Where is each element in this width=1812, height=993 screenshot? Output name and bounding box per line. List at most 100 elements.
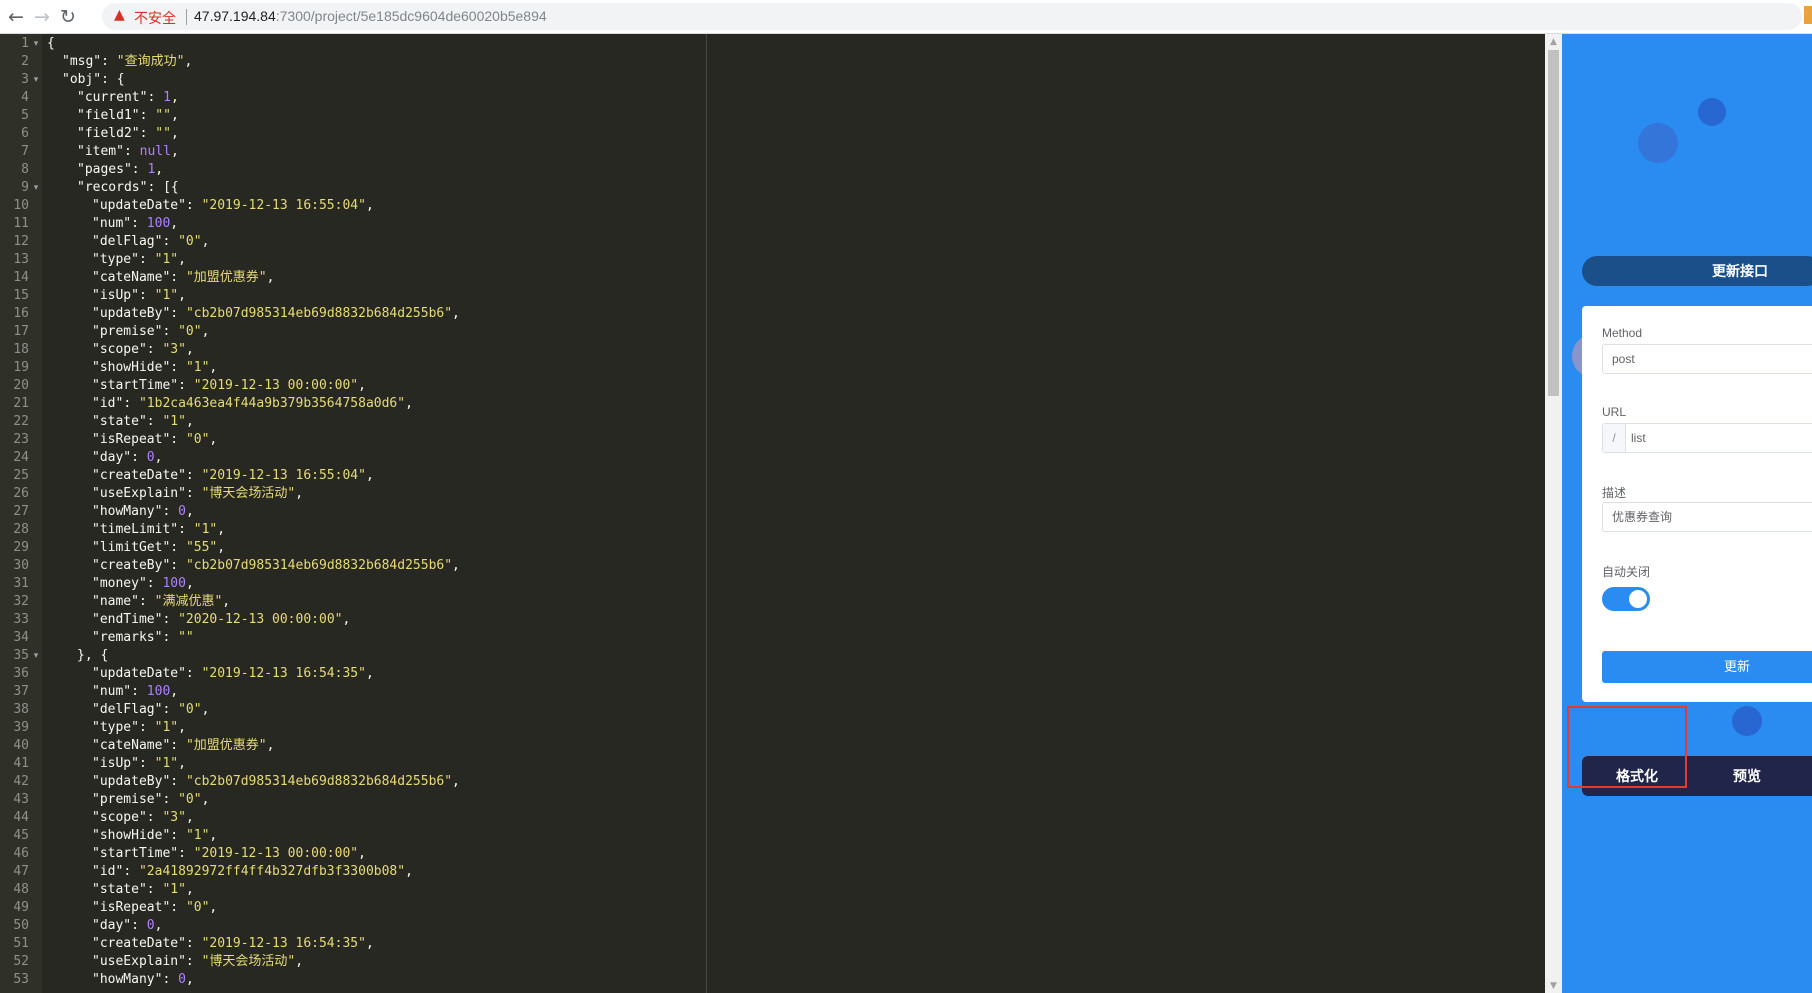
- scroll-up-arrow-icon[interactable]: ▲: [1545, 36, 1562, 48]
- code-line[interactable]: 43 "premise": "0",: [0, 791, 1545, 809]
- code-line[interactable]: 6 "field2": "",: [0, 125, 1545, 143]
- code-line[interactable]: 53 "howMany": 0,: [0, 971, 1545, 989]
- code-line[interactable]: 11 "num": 100,: [0, 215, 1545, 233]
- code-line[interactable]: 42 "updateBy": "cb2b07d985314eb69d8832b68…: [0, 773, 1545, 791]
- code-line[interactable]: 38 "delFlag": "0",: [0, 701, 1545, 719]
- code-line[interactable]: 2 "msg": "查询成功",: [0, 53, 1545, 71]
- editor-scrollbar[interactable]: ▲ ▼: [1545, 34, 1562, 993]
- reload-icon[interactable]: ↻: [56, 5, 80, 29]
- fold-arrow-icon[interactable]: ▾: [31, 71, 41, 89]
- forward-arrow-icon[interactable]: →: [30, 5, 54, 29]
- scroll-down-arrow-icon[interactable]: ▼: [1545, 980, 1562, 992]
- json-key: "cateName": [92, 270, 171, 285]
- code-line[interactable]: 52 "useExplain": "博天会场活动",: [0, 953, 1545, 971]
- line-number: 18: [13, 342, 29, 357]
- code-line[interactable]: 40 "cateName": "加盟优惠券",: [0, 737, 1545, 755]
- code-text: "cateName": "加盟优惠券",: [92, 269, 274, 287]
- json-string: "查询成功": [116, 54, 185, 69]
- insecure-label[interactable]: 不安全: [134, 8, 176, 28]
- code-line[interactable]: 41 "isUp": "1",: [0, 755, 1545, 773]
- json-punctuation: :: [101, 54, 117, 69]
- decorative-bubble: [1698, 98, 1726, 126]
- json-punctuation: ,: [185, 972, 194, 987]
- back-arrow-icon[interactable]: ←: [4, 5, 28, 29]
- code-line[interactable]: 49 "isRepeat": "0",: [0, 899, 1545, 917]
- code-line[interactable]: 36 "updateDate": "2019-12-13 16:54:35",: [0, 665, 1545, 683]
- line-number: 45: [13, 828, 29, 843]
- code-line[interactable]: 5 "field1": "",: [0, 107, 1545, 125]
- code-line[interactable]: 22 "state": "1",: [0, 413, 1545, 431]
- code-line[interactable]: 15 "isUp": "1",: [0, 287, 1545, 305]
- code-line[interactable]: 33 "endTime": "2020-12-13 00:00:00",: [0, 611, 1545, 629]
- code-line[interactable]: 7 "item": null,: [0, 143, 1545, 161]
- code-text: "endTime": "2020-12-13 00:00:00",: [92, 611, 350, 629]
- code-line[interactable]: 17 "premise": "0",: [0, 323, 1545, 341]
- code-lines[interactable]: 1 ▾{2 "msg": "查询成功", 3 ▾ "obj": {4 "current": …: [0, 35, 1545, 989]
- code-line[interactable]: 24 "day": 0,: [0, 449, 1545, 467]
- json-punctuation: ,: [201, 792, 210, 807]
- code-line[interactable]: 16 "updateBy": "cb2b07d985314eb69d8832b68…: [0, 305, 1545, 323]
- method-value: post: [1612, 352, 1635, 366]
- code-line[interactable]: 28 "timeLimit": "1",: [0, 521, 1545, 539]
- code-line[interactable]: 50 "day": 0,: [0, 917, 1545, 935]
- line-number: 32: [13, 594, 29, 609]
- fold-arrow-icon[interactable]: ▾: [31, 647, 41, 665]
- code-line[interactable]: 4 "current": 1,: [0, 89, 1545, 107]
- extension-icon[interactable]: [1804, 6, 1812, 24]
- code-line[interactable]: 35 ▾}, {: [0, 647, 1545, 665]
- code-line[interactable]: 51 "createDate": "2019-12-13 16:54:35",: [0, 935, 1545, 953]
- code-line[interactable]: 39 "type": "1",: [0, 719, 1545, 737]
- code-line[interactable]: 23 "isRepeat": "0",: [0, 431, 1545, 449]
- description-input[interactable]: 优惠券查询: [1602, 502, 1812, 532]
- code-line[interactable]: 48 "state": "1",: [0, 881, 1545, 899]
- address-bar[interactable]: ▲ 不安全 47.97.194.84:7300/project/5e185dc9…: [102, 3, 1802, 30]
- code-line[interactable]: 46 "startTime": "2019-12-13 00:00:00",: [0, 845, 1545, 863]
- update-button[interactable]: 更新: [1602, 651, 1812, 683]
- code-line[interactable]: 37 "num": 100,: [0, 683, 1545, 701]
- code-line[interactable]: 1 ▾ {: [0, 35, 1545, 53]
- code-line[interactable]: 20 "startTime": "2019-12-13 00:00:00",: [0, 377, 1545, 395]
- fold-arrow-icon[interactable]: ▾: [31, 179, 41, 197]
- code-line[interactable]: 29 "limitGet": "55",: [0, 539, 1545, 557]
- line-number: 27: [13, 504, 29, 519]
- code-line[interactable]: 47 "id": "2a41892972ff4ff4b327dfb3f3300b0…: [0, 863, 1545, 881]
- code-line[interactable]: 3 ▾ "obj": {: [0, 71, 1545, 89]
- code-line[interactable]: 44 "scope": "3",: [0, 809, 1545, 827]
- url-text[interactable]: 47.97.194.84:7300/project/5e185dc9604de6…: [194, 8, 547, 24]
- code-line[interactable]: 26 "useExplain": "博天会场活动",: [0, 485, 1545, 503]
- json-editor[interactable]: 1 ▾{2 "msg": "查询成功", 3 ▾ "obj": {4 "current": …: [0, 34, 1545, 993]
- code-line[interactable]: 45 "showHide": "1",: [0, 827, 1545, 845]
- fold-arrow-icon[interactable]: ▾: [31, 35, 41, 53]
- code-line[interactable]: 27 "howMany": 0,: [0, 503, 1545, 521]
- preview-button[interactable]: 预览: [1692, 756, 1802, 796]
- code-line[interactable]: 32 "name": "满减优惠",: [0, 593, 1545, 611]
- line-number: 31: [13, 576, 29, 591]
- scrollbar-thumb[interactable]: [1548, 50, 1559, 396]
- json-string: "2019-12-13 16:55:04": [201, 468, 366, 483]
- json-string: "0": [178, 234, 202, 249]
- json-punctuation: ,: [154, 450, 163, 465]
- code-line[interactable]: 13 "type": "1",: [0, 251, 1545, 269]
- code-line[interactable]: 9 ▾ "records": [{: [0, 179, 1545, 197]
- json-punctuation: :: [146, 882, 163, 897]
- code-line[interactable]: 25 "createDate": "2019-12-13 16:55:04",: [0, 467, 1545, 485]
- line-number: 7: [21, 144, 29, 159]
- code-text: "money": 100,: [92, 575, 194, 593]
- url-input[interactable]: / list: [1602, 423, 1812, 453]
- method-input[interactable]: post: [1602, 344, 1812, 374]
- code-line[interactable]: 19 "showHide": "1",: [0, 359, 1545, 377]
- json-string: "3": [162, 342, 186, 357]
- code-line[interactable]: 31 "money": 100,: [0, 575, 1545, 593]
- code-line[interactable]: 18 "scope": "3",: [0, 341, 1545, 359]
- code-line[interactable]: 14 "cateName": "加盟优惠券",: [0, 269, 1545, 287]
- code-line[interactable]: 21 "id": "1b2ca463ea4f44a9b379b3564758a0d…: [0, 395, 1545, 413]
- code-line[interactable]: 34 "remarks": "": [0, 629, 1545, 647]
- code-line[interactable]: 10 "updateDate": "2019-12-13 16:55:04",: [0, 197, 1545, 215]
- code-line[interactable]: 30 "createBy": "cb2b07d985314eb69d8832b68…: [0, 557, 1545, 575]
- auto-close-toggle[interactable]: [1602, 587, 1650, 611]
- line-number: 12: [13, 234, 29, 249]
- json-number: 100: [146, 684, 171, 699]
- code-line[interactable]: 8 "pages": 1,: [0, 161, 1545, 179]
- json-key: "useExplain": [92, 486, 186, 501]
- code-line[interactable]: 12 "delFlag": "0",: [0, 233, 1545, 251]
